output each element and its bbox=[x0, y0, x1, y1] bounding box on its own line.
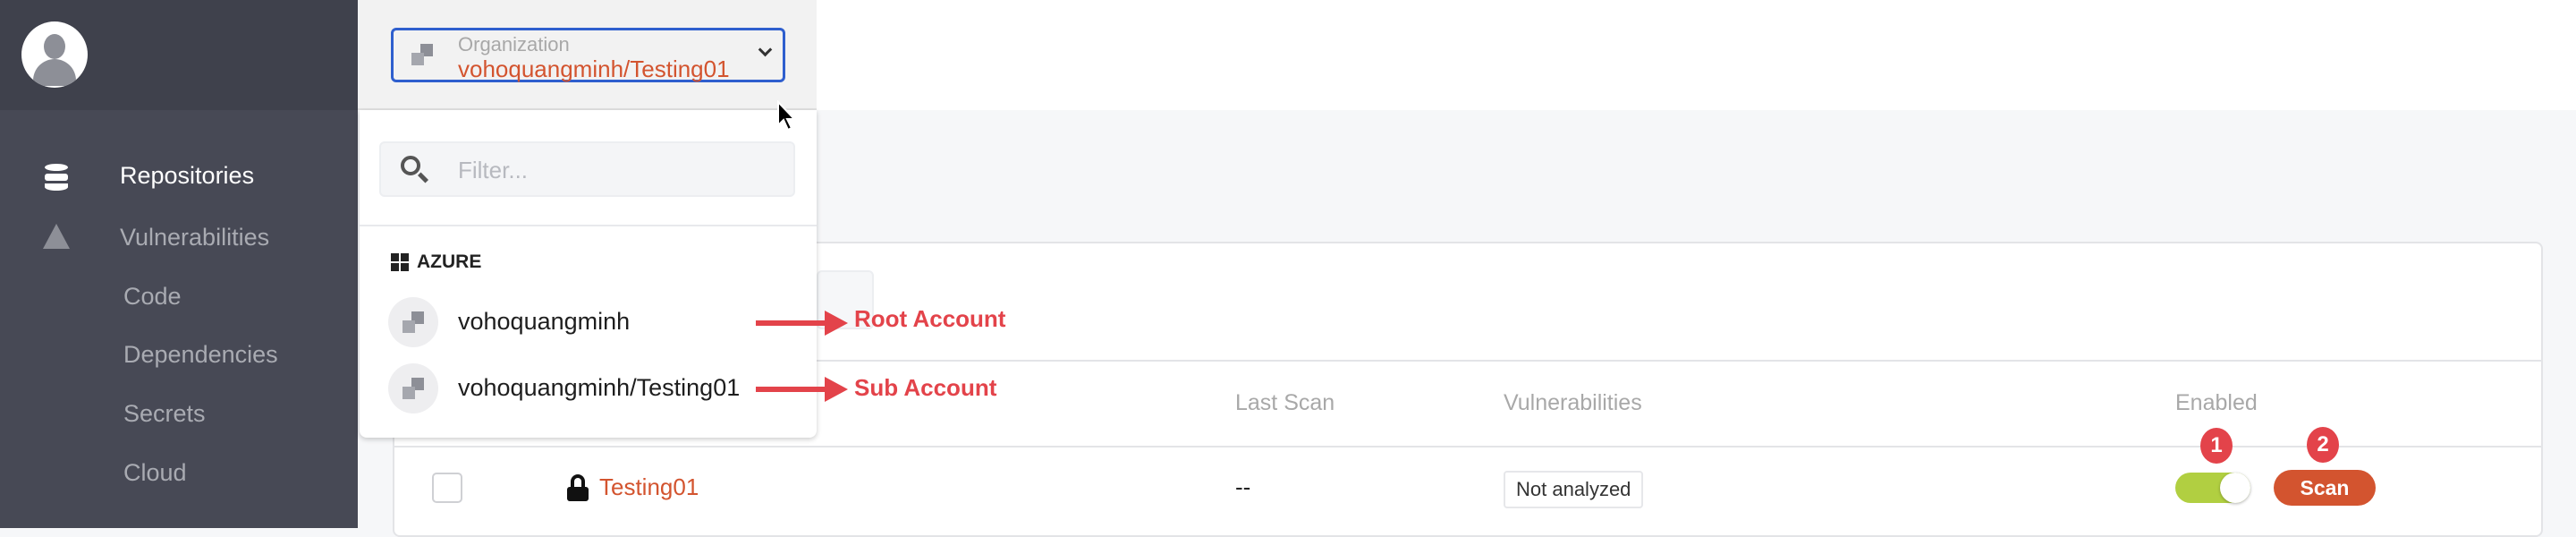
cursor-icon bbox=[777, 100, 797, 132]
dropdown-item-label: vohoquangminh bbox=[458, 308, 631, 335]
avatar[interactable] bbox=[21, 21, 88, 88]
arrow-head-icon bbox=[825, 311, 848, 336]
windows-icon bbox=[391, 253, 409, 271]
column-header-last-scan[interactable]: Last Scan bbox=[1235, 390, 1335, 416]
organization-value: vohoquangminh/Testing01 bbox=[458, 55, 730, 82]
dropdown-item-label: vohoquangminh/Testing01 bbox=[458, 374, 741, 401]
vulnerabilities-badge: Not analyzed bbox=[1504, 471, 1644, 508]
sidebar-header bbox=[0, 0, 358, 110]
sidebar-item-dependencies[interactable]: Dependencies bbox=[123, 341, 278, 369]
sidebar: Repositories Vulnerabilities Code Depend… bbox=[0, 0, 358, 528]
enabled-toggle[interactable] bbox=[2175, 473, 2250, 503]
column-header-vulnerabilities[interactable]: Vulnerabilities bbox=[1504, 390, 1642, 416]
last-scan-value: -- bbox=[1235, 473, 1251, 500]
sidebar-item-repositories[interactable]: Repositories bbox=[120, 162, 254, 190]
annotation-badge-2: 2 bbox=[2307, 427, 2339, 463]
dropdown-item-root[interactable]: vohoquangminh bbox=[360, 297, 817, 347]
annotation-sub-account: Sub Account bbox=[854, 374, 997, 401]
organization-icon bbox=[402, 378, 424, 399]
organization-icon bbox=[411, 44, 433, 65]
dropdown-item-sub[interactable]: vohoquangminh/Testing01 bbox=[360, 363, 817, 413]
sidebar-item-secrets[interactable]: Secrets bbox=[123, 400, 206, 428]
warning-icon bbox=[43, 224, 70, 249]
repository-link[interactable]: Testing01 bbox=[599, 473, 699, 501]
annotation-badge-1: 1 bbox=[2200, 428, 2233, 464]
organization-icon bbox=[402, 311, 424, 333]
divider bbox=[360, 225, 817, 226]
organization-label: Organization bbox=[458, 33, 570, 55]
row-checkbox[interactable] bbox=[432, 473, 462, 503]
annotation-arrow bbox=[756, 387, 827, 392]
annotation-root-account: Root Account bbox=[854, 305, 1006, 332]
user-icon bbox=[44, 34, 65, 59]
column-header-enabled[interactable]: Enabled bbox=[2175, 390, 2258, 416]
toggle-knob bbox=[2220, 473, 2250, 503]
database-icon bbox=[45, 164, 68, 191]
annotation-arrow bbox=[756, 320, 827, 326]
arrow-head-icon bbox=[825, 377, 848, 402]
organization-dropdown: Filter... AZURE vohoquangminh vohoquangm… bbox=[360, 110, 817, 438]
sidebar-item-code[interactable]: Code bbox=[123, 283, 182, 311]
sidebar-item-vulnerabilities[interactable]: Vulnerabilities bbox=[120, 224, 269, 251]
organization-select[interactable]: Organization vohoquangminh/Testing01 bbox=[391, 28, 785, 82]
chevron-down-icon bbox=[758, 42, 773, 57]
filter-input[interactable]: Filter... bbox=[379, 141, 795, 197]
group-label: AZURE bbox=[417, 251, 482, 272]
scan-button[interactable]: Scan bbox=[2274, 470, 2376, 506]
filter-placeholder: Filter... bbox=[458, 157, 529, 183]
lock-icon bbox=[567, 474, 589, 501]
search-icon bbox=[401, 156, 420, 175]
sidebar-item-cloud[interactable]: Cloud bbox=[123, 459, 187, 487]
